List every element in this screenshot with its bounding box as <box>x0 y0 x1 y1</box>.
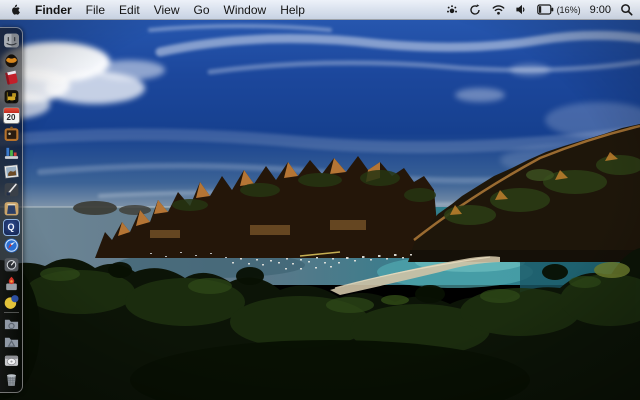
dock-item-yellow-blue-app[interactable] <box>3 293 20 310</box>
bar-chart-icon <box>3 144 20 161</box>
dock-item-preview[interactable] <box>3 163 20 180</box>
menu-item-view[interactable]: View <box>154 3 180 17</box>
red-book-icon <box>3 69 20 86</box>
compass-icon <box>3 237 20 254</box>
menu-item-file[interactable]: File <box>86 3 105 17</box>
desktop: Finder File Edit View Go Window Help <box>0 0 640 400</box>
menu-item-finder[interactable]: Finder <box>35 3 72 17</box>
folder-icon <box>3 315 20 332</box>
dock-item-quicktime[interactable]: Q <box>3 219 20 236</box>
spotlight-icon[interactable] <box>620 3 633 16</box>
menu-bar-left: Finder File Edit View Go Window Help <box>0 3 305 17</box>
yellow-blue-icon <box>3 293 20 310</box>
desktop-wallpaper <box>0 0 640 400</box>
menu-bar: Finder File Edit View Go Window Help <box>0 0 640 20</box>
trash-icon <box>3 371 20 388</box>
menu-item-window[interactable]: Window <box>224 3 267 17</box>
battery-percentage: (16%) <box>557 5 581 15</box>
dock-item-applications-stack[interactable] <box>3 333 20 350</box>
dock-item-truck-app[interactable] <box>3 88 20 105</box>
dock-item-frame-lamp-app[interactable] <box>3 125 20 142</box>
dock-item-numbers[interactable] <box>3 144 20 161</box>
menu-item-go[interactable]: Go <box>194 3 210 17</box>
forklift-truck-icon <box>3 88 20 105</box>
calendar-date: 20 <box>4 113 19 123</box>
apple-logo-icon <box>10 3 21 16</box>
menu-item-help[interactable]: Help <box>280 3 305 17</box>
dock-item-red-book-app[interactable] <box>3 69 20 86</box>
frame-lamp-icon <box>3 125 20 142</box>
sync-icon[interactable] <box>468 3 482 17</box>
menu-bar-clock[interactable]: 9:00 <box>590 4 611 16</box>
island-photo <box>0 0 640 400</box>
dock-item-keynote[interactable] <box>3 200 20 217</box>
menu-item-edit[interactable]: Edit <box>119 3 140 17</box>
apple-menu[interactable] <box>10 3 21 16</box>
quicktime-q-icon: Q <box>3 219 20 236</box>
dock-item-gauge-app[interactable] <box>3 256 20 273</box>
podium-icon <box>3 200 20 217</box>
photo-icon <box>3 163 20 180</box>
hard-drive-icon <box>3 352 20 369</box>
finder-icon <box>3 32 20 49</box>
dock-item-hard-drive[interactable] <box>3 352 20 369</box>
gauge-icon <box>3 256 20 273</box>
volume-icon[interactable] <box>515 3 528 16</box>
dock-item-finder[interactable] <box>3 32 20 49</box>
dock-item-orange-orb-app[interactable] <box>3 51 20 68</box>
dock-item-calendar[interactable]: 20 <box>3 107 20 124</box>
dock-separator <box>4 312 19 313</box>
wifi-icon[interactable] <box>491 3 506 16</box>
calendar-icon: 20 <box>3 107 20 124</box>
folder-triangle-icon <box>3 333 20 350</box>
menu-bar-status: (16%) 9:00 <box>445 3 640 17</box>
orange-orb-icon <box>3 51 20 68</box>
dock-item-safari[interactable] <box>3 237 20 254</box>
pen-inkwell-icon <box>3 181 20 198</box>
dock-item-trash[interactable] <box>3 371 20 388</box>
flame-box-icon <box>3 275 20 292</box>
dock-item-pages[interactable] <box>3 181 20 198</box>
dock: 20 <box>0 27 23 393</box>
dotted-rosette-icon[interactable] <box>445 3 459 17</box>
battery-icon <box>537 4 554 15</box>
dock-item-folder-stack[interactable] <box>3 315 20 332</box>
battery-status[interactable]: (16%) <box>537 4 581 15</box>
dock-item-disc-burn-app[interactable] <box>3 275 20 292</box>
